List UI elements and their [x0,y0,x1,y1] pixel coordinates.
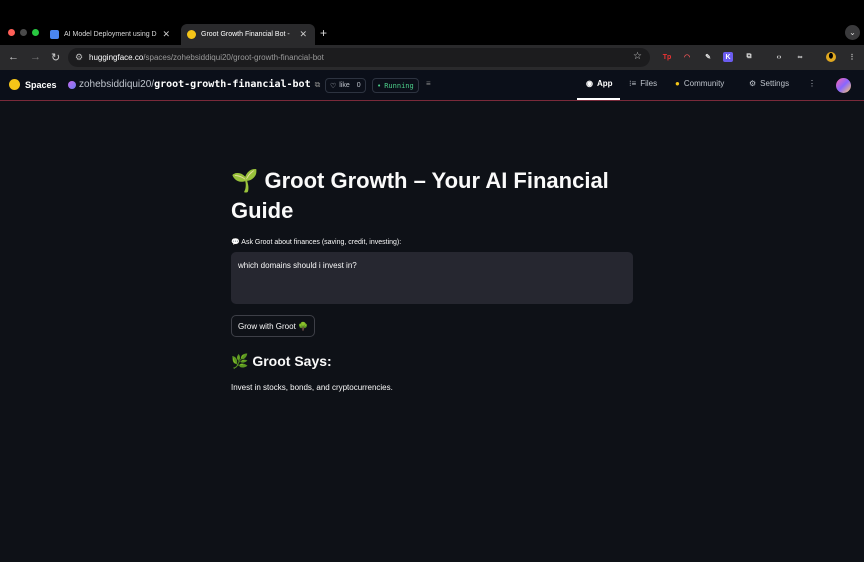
extension-k-icon[interactable]: K [723,52,733,62]
status-label: Running [384,81,414,90]
close-tab-icon[interactable]: ✕ [299,29,307,40]
tab-files[interactable]: ⁝≡ Files [629,79,657,88]
active-tab-indicator [577,98,620,100]
extension-wave-icon[interactable]: ◠ [682,52,692,62]
close-tab-icon[interactable]: ✕ [162,29,170,40]
tab-files-label: Files [640,79,658,88]
response-text: Invest in stocks, bonds, and cryptocurre… [231,383,393,392]
browser-toolbar: ← → ↻ ⚙ huggingface.co/spaces/zohebsiddi… [0,45,864,70]
hf-header: Spaces zohebsiddiqui20/ groot-growth-fin… [0,70,864,101]
reload-icon[interactable]: ↻ [51,51,60,64]
link-icon[interactable]: ∞ [795,52,805,62]
user-avatar-icon [68,80,76,89]
response-heading: 🌿 Groot Says: [231,353,332,369]
tab-community-label: Community [683,79,725,88]
browser-menu-icon[interactable]: ⋮ [847,52,857,62]
tab-title: AI Model Deployment using D [64,31,157,38]
grow-with-groot-button[interactable]: Grow with Groot 🌳 [231,315,315,337]
heart-icon: ♡ [330,82,337,90]
logs-icon[interactable]: ≡ [426,79,431,88]
space-owner-link[interactable]: zohebsiddiqui20/ [79,79,154,90]
code-icon[interactable]: ‹› [774,52,784,62]
page-title: 🌱 Groot Growth – Your AI Financial Guide [231,168,609,223]
app-icon: ◉ [586,79,593,88]
avatar[interactable] [836,78,851,93]
tab-settings[interactable]: ⚙ Settings [749,79,789,88]
minimize-window-button[interactable] [20,29,27,36]
huggingface-icon [187,30,196,39]
spaces-link[interactable]: Spaces [9,79,57,90]
tab-community[interactable]: ● Community [675,79,724,88]
community-icon: ● [675,79,680,88]
space-name-link[interactable]: groot-growth-financial-bot [154,79,311,90]
maximize-window-button[interactable] [32,29,39,36]
status-dot-icon: • [377,81,382,90]
browser-tab-deployment[interactable]: AI Model Deployment using D ✕ [44,24,178,45]
address-bar[interactable]: ⚙ huggingface.co/spaces/zohebsiddiqui20/… [68,48,650,67]
docs-icon [50,30,59,39]
tab-app[interactable]: ◉ App [586,79,613,88]
browser-tab-strip: AI Model Deployment using D ✕ Groot Grow… [0,0,864,45]
eyedropper-icon[interactable]: ✎ [703,52,713,62]
close-window-button[interactable] [8,29,15,36]
like-label: like [339,82,350,89]
status-badge[interactable]: • Running [372,78,419,93]
gear-icon: ⚙ [749,79,757,88]
site-info-icon[interactable]: ⚙ [75,52,83,63]
copy-icon[interactable]: ⧉ [315,80,321,90]
new-tab-button[interactable]: + [320,26,327,40]
url-host: huggingface.co [89,53,144,62]
tab-search-icon[interactable]: ⌄ [845,25,860,40]
profile-icon[interactable]: ⬮ [826,52,836,62]
huggingface-logo-icon [9,79,20,90]
question-input[interactable]: which domains should i invest in? [231,252,633,304]
url-path: /spaces/zohebsiddiqui20/groot-growth-fin… [143,53,324,62]
extension-tp-icon[interactable]: Tp [662,52,672,62]
spaces-label: Spaces [25,79,57,90]
files-icon: ⁝≡ [629,79,637,88]
more-options-icon[interactable]: ⋮ [808,79,816,88]
tab-settings-label: Settings [760,79,790,88]
tab-app-label: App [596,79,613,88]
like-button[interactable]: ♡ like 0 [325,78,366,93]
bookmark-star-icon[interactable]: ☆ [633,51,642,62]
browser-tab-groot[interactable]: Groot Growth Financial Bot - ✕ [181,24,315,45]
question-label: 💬 Ask Groot about finances (saving, cred… [231,239,402,246]
space-breadcrumb: zohebsiddiqui20/ groot-growth-financial-… [68,79,320,90]
like-count: 0 [356,82,361,89]
tab-title: Groot Growth Financial Bot - [201,31,290,38]
forward-icon[interactable]: → [30,51,41,63]
back-icon[interactable]: ← [8,51,19,63]
extensions-puzzle-icon[interactable]: ⧉ [744,52,754,62]
